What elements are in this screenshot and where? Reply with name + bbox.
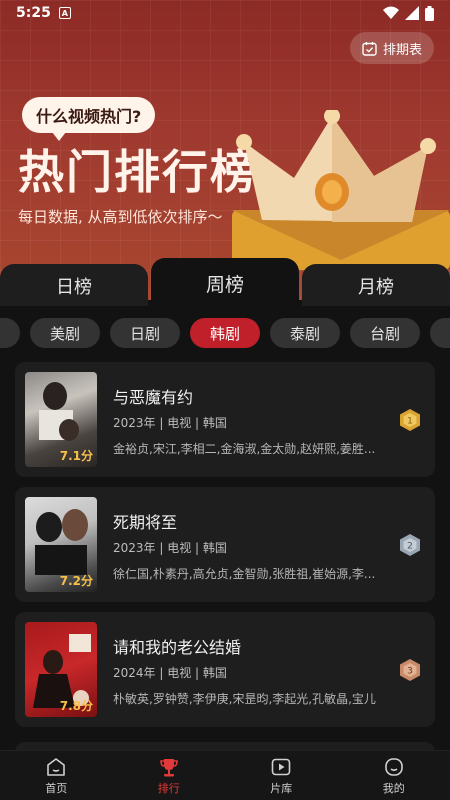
nav-ranking[interactable]: 排行 <box>113 751 226 800</box>
drama-title: 请和我的老公结婚 <box>113 638 242 657</box>
category-pill-th[interactable]: 泰剧 <box>270 318 340 348</box>
rank-gold-icon: 1 <box>400 409 420 431</box>
nav-profile[interactable]: 我的 <box>338 751 450 800</box>
battery-icon <box>425 5 434 21</box>
drama-meta: 2023年 | 电视 | 韩国 <box>113 541 227 555</box>
category-pill-tw[interactable]: 台剧 <box>350 318 420 348</box>
ranking-tabs: 日榜 周榜 月榜 <box>0 258 450 308</box>
tab-weekly[interactable]: 周榜 <box>151 258 299 308</box>
drama-poster: 7.1分 <box>25 372 97 467</box>
category-pill-jp[interactable]: 日剧 <box>110 318 180 348</box>
play-icon <box>271 758 291 775</box>
drama-poster: 7.8分 <box>25 622 97 717</box>
category-pill-kr[interactable]: 韩剧 <box>190 318 260 348</box>
drama-card[interactable]: 7.2分 死期将至 2023年 | 电视 | 韩国 徐仁国,朴素丹,高允贞,金智… <box>15 487 435 602</box>
nav-home-label: 首页 <box>45 781 68 795</box>
drama-card[interactable]: 7.1分 与恶魔有约 2023年 | 电视 | 韩国 金裕贞,宋江,李相二,金海… <box>15 362 435 477</box>
category-pill-partial-left[interactable] <box>0 318 20 348</box>
drama-meta: 2023年 | 电视 | 韩国 <box>113 416 227 430</box>
status-bar: 5:25 A <box>0 0 450 26</box>
schedule-button[interactable]: 排期表 <box>349 32 434 64</box>
trophy-icon <box>159 758 178 776</box>
nav-library-label: 片库 <box>270 781 293 795</box>
svg-text:1: 1 <box>407 417 413 427</box>
signal-icon <box>405 6 419 20</box>
home-icon <box>47 757 66 776</box>
drama-score: 7.2分 <box>59 574 93 588</box>
bottom-nav: 首页 排行 片库 我的 <box>0 750 450 800</box>
calendar-icon <box>362 41 377 56</box>
ranking-content: 美剧 日剧 韩剧 泰剧 台剧 7.1分 与恶魔有约 2023年 | 电视 | 韩… <box>0 306 450 762</box>
svg-text:3: 3 <box>407 667 413 677</box>
drama-score: 7.8分 <box>59 699 93 713</box>
status-time: 5:25 <box>16 5 51 21</box>
page-title: 热门排行榜 <box>18 145 258 199</box>
drama-cast: 金裕贞,宋江,李相二,金海淑,金太勋,赵妍熙,姜胜... <box>113 442 376 456</box>
rank-silver-icon: 2 <box>400 534 420 556</box>
wifi-icon <box>383 6 399 19</box>
drama-poster: 7.2分 <box>25 497 97 592</box>
nav-library[interactable]: 片库 <box>225 751 338 800</box>
notification-icon: A <box>58 7 71 19</box>
drama-cast: 朴敏英,罗钟赞,李伊庚,宋昰昀,李起光,孔敏晶,宝儿 <box>113 692 376 706</box>
profile-icon <box>384 757 403 776</box>
svg-text:2: 2 <box>407 542 413 552</box>
nav-profile-label: 我的 <box>382 781 405 795</box>
drama-cast: 徐仁国,朴素丹,高允贞,金智勋,张胜祖,崔始源,李... <box>113 567 376 581</box>
ranking-banner: 5:25 A 排期表 什么视频热门? 热门排行榜 每日数据, 从高到低依次排序～ <box>0 0 450 300</box>
tab-monthly[interactable]: 月榜 <box>302 264 450 308</box>
nav-home[interactable]: 首页 <box>0 751 113 800</box>
hot-question-bubble: 什么视频热门? <box>22 97 156 141</box>
rank-bronze-icon: 3 <box>400 659 420 681</box>
category-filter: 美剧 日剧 韩剧 泰剧 台剧 <box>0 318 450 350</box>
drama-title: 死期将至 <box>113 513 178 532</box>
schedule-label: 排期表 <box>382 42 422 58</box>
category-pill-us[interactable]: 美剧 <box>30 318 100 348</box>
drama-title: 与恶魔有约 <box>113 388 194 407</box>
category-pill-partial-right[interactable] <box>430 318 450 348</box>
page-subtitle: 每日数据, 从高到低依次排序～ <box>18 208 223 226</box>
drama-meta: 2024年 | 电视 | 韩国 <box>113 666 227 680</box>
nav-ranking-label: 排行 <box>157 781 180 795</box>
tab-daily[interactable]: 日榜 <box>0 264 148 308</box>
crown-illustration <box>232 110 450 270</box>
drama-score: 7.1分 <box>59 449 93 463</box>
drama-card[interactable]: 7.8分 请和我的老公结婚 2024年 | 电视 | 韩国 朴敏英,罗钟赞,李伊… <box>15 612 435 727</box>
